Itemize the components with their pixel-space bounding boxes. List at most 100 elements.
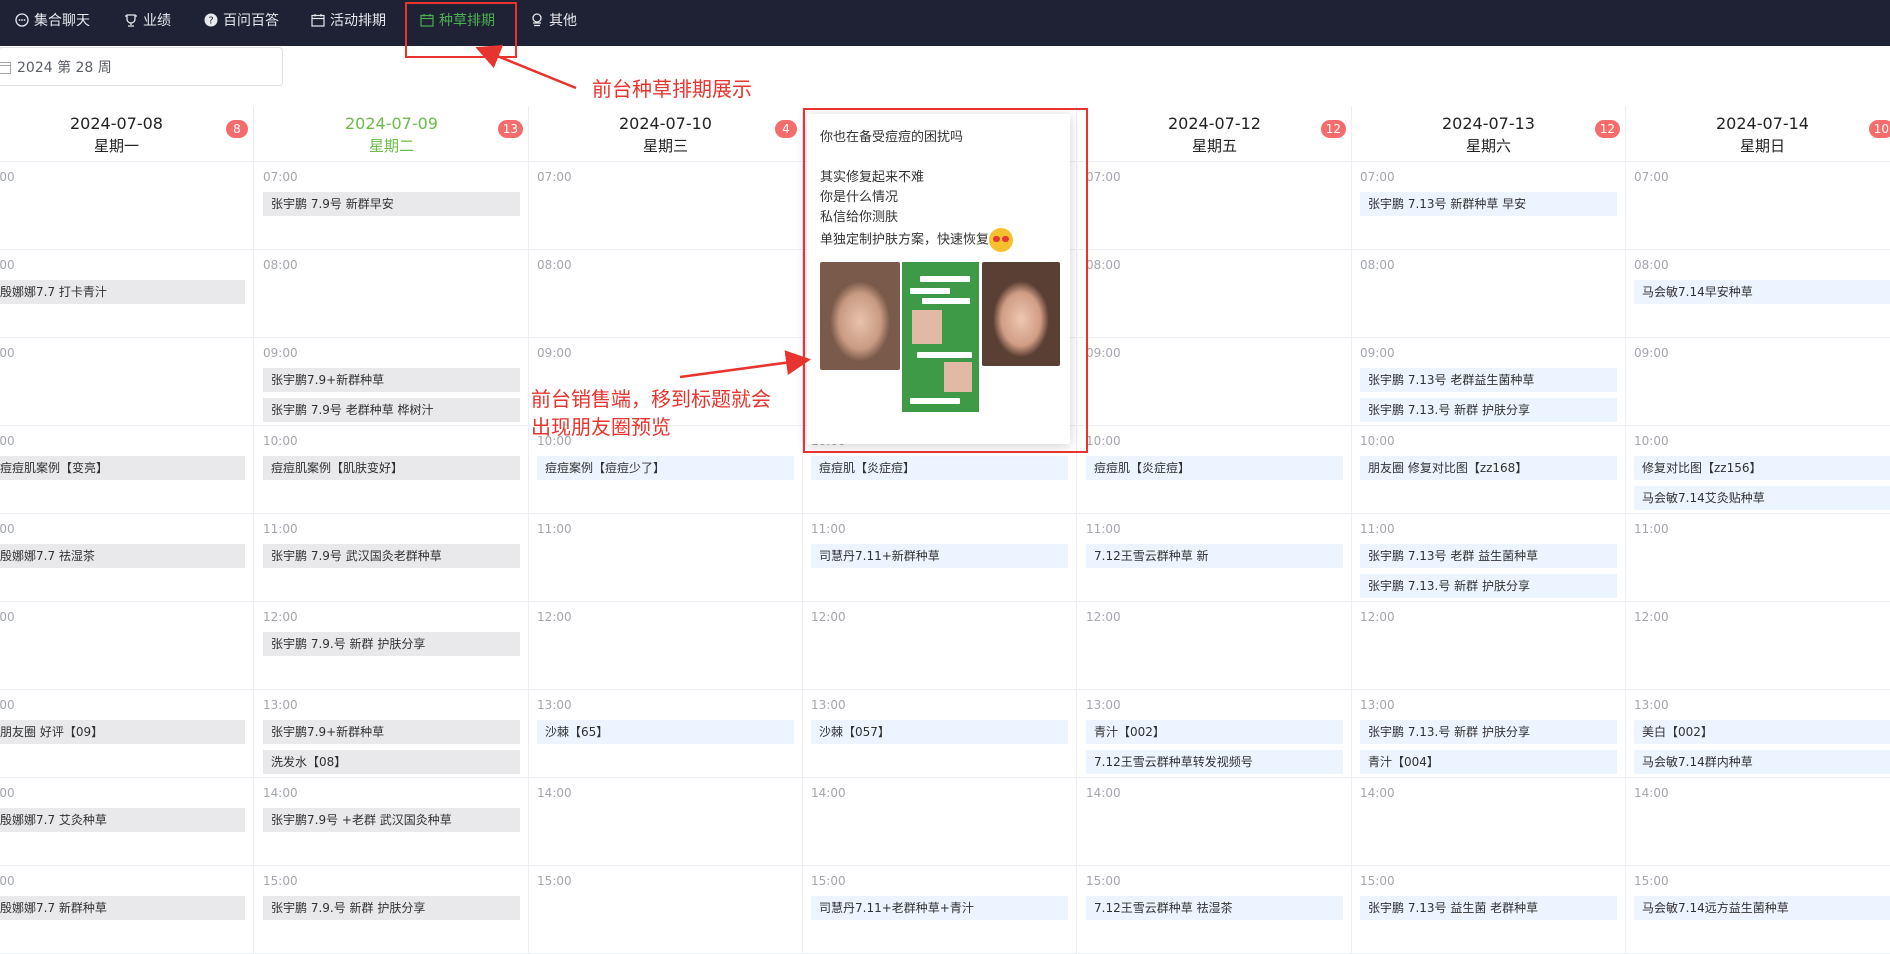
schedule-event[interactable]: 7.12王雪云群种草转发视频号: [1086, 750, 1343, 774]
time-slot-cell[interactable]: 08:00 殷娜娜7.7 打卡青汁: [0, 250, 254, 338]
schedule-event[interactable]: 张宇鹏 7.13.号 新群 护肤分享: [1360, 574, 1617, 598]
time-slot-cell[interactable]: 11:00: [1626, 514, 1890, 602]
schedule-event[interactable]: 朋友圈 修复对比图【zz168】: [1360, 456, 1617, 480]
schedule-event[interactable]: 殷娜娜7.7 新群种草: [0, 896, 245, 920]
time-slot-cell[interactable]: 11:00 张宇鹏 7.13号 老群 益生菌种草 张宇鹏 7.13.号 新群 护肤分…: [1352, 514, 1626, 602]
schedule-event[interactable]: 张宇鹏 7.13.号 新群 护肤分享: [1360, 398, 1617, 422]
time-slot-cell[interactable]: 14:00 张宇鹏7.9号 +老群 武汉国灸种草: [255, 778, 529, 866]
time-slot-cell[interactable]: 15:00 张宇鹏 7.9.号 新群 护肤分享: [255, 866, 529, 954]
nav-item-0[interactable]: 集合聊天: [15, 0, 90, 40]
schedule-event[interactable]: 张宇鹏7.9号 +老群 武汉国灸种草: [263, 808, 520, 832]
time-slot-cell[interactable]: 13:00 沙棘【057】: [803, 690, 1077, 778]
time-slot-cell[interactable]: 10:00 修复对比图【zz156】 马会敏7.14艾灸贴种草: [1626, 426, 1890, 514]
schedule-event[interactable]: 痘痘肌案例【变亮】: [0, 456, 245, 480]
schedule-event[interactable]: 张宇鹏 7.13号 老群益生菌种草: [1360, 368, 1617, 392]
schedule-event[interactable]: 7.12王雪云群种草 祛湿茶: [1086, 896, 1343, 920]
schedule-event[interactable]: 张宇鹏 7.9.号 新群 护肤分享: [263, 632, 520, 656]
time-slot-cell[interactable]: 14:00: [529, 778, 803, 866]
schedule-event[interactable]: 张宇鹏7.9+新群种草: [263, 720, 520, 744]
time-slot-cell[interactable]: 13:00 沙棘【65】: [529, 690, 803, 778]
schedule-event[interactable]: 殷娜娜7.7 祛湿茶: [0, 544, 245, 568]
time-slot-cell[interactable]: 13:00 美白【002】 马会敏7.14群内种草: [1626, 690, 1890, 778]
schedule-event[interactable]: 马会敏7.14远方益生菌种草: [1634, 896, 1890, 920]
schedule-event[interactable]: 修复对比图【zz156】: [1634, 456, 1890, 480]
schedule-event[interactable]: 沙棘【057】: [811, 720, 1068, 744]
schedule-event[interactable]: 张宇鹏 7.13号 新群种草 早安: [1360, 192, 1617, 216]
time-slot-cell[interactable]: 11:00: [529, 514, 803, 602]
schedule-event[interactable]: 马会敏7.14群内种草: [1634, 750, 1890, 774]
time-slot-cell[interactable]: 08:00 马会敏7.14早安种草: [1626, 250, 1890, 338]
time-slot-cell[interactable]: 10:00 朋友圈 修复对比图【zz168】: [1352, 426, 1626, 514]
time-slot-cell[interactable]: 12:00: [1078, 602, 1352, 690]
schedule-event[interactable]: 殷娜娜7.7 打卡青汁: [0, 280, 245, 304]
schedule-event[interactable]: 张宇鹏 7.9号 老群种草 桦树汁: [263, 398, 520, 422]
time-slot-cell[interactable]: 11:00 7.12王雪云群种草 新: [1078, 514, 1352, 602]
week-picker[interactable]: 2024 第 28 周: [0, 47, 283, 86]
schedule-event[interactable]: 痘痘肌案例【肌肤变好】: [263, 456, 520, 480]
time-slot-cell[interactable]: 13:00 张宇鹏 7.13.号 新群 护肤分享 青汁【004】: [1352, 690, 1626, 778]
time-slot-cell[interactable]: 14:00: [803, 778, 1077, 866]
time-slot-cell[interactable]: 10:00 痘痘肌案例【肌肤变好】: [255, 426, 529, 514]
time-slot-cell[interactable]: 09:00: [1626, 338, 1890, 426]
schedule-event[interactable]: 张宇鹏 7.9号 武汉国灸老群种草: [263, 544, 520, 568]
preview-image-face-1[interactable]: [820, 262, 900, 370]
schedule-event[interactable]: 张宇鹏 7.9.号 新群 护肤分享: [263, 896, 520, 920]
schedule-event[interactable]: 朋友圈 好评【09】: [0, 720, 245, 744]
time-slot-cell[interactable]: 07:00: [529, 162, 803, 250]
schedule-event[interactable]: 张宇鹏 7.13号 老群 益生菌种草: [1360, 544, 1617, 568]
time-slot-cell[interactable]: 11:00 司慧丹7.11+新群种草: [803, 514, 1077, 602]
time-slot-cell[interactable]: 11:00 张宇鹏 7.9号 武汉国灸老群种草: [255, 514, 529, 602]
time-slot-cell[interactable]: 15:00 张宇鹏 7.13号 益生菌 老群种草: [1352, 866, 1626, 954]
schedule-event[interactable]: 青汁【002】: [1086, 720, 1343, 744]
time-slot-cell[interactable]: 07:00: [1078, 162, 1352, 250]
time-slot-cell[interactable]: 11:00 殷娜娜7.7 祛湿茶: [0, 514, 254, 602]
time-slot-cell[interactable]: 15:00 马会敏7.14远方益生菌种草: [1626, 866, 1890, 954]
schedule-event[interactable]: 张宇鹏7.9+新群种草: [263, 368, 520, 392]
nav-item-5[interactable]: 其他: [530, 0, 577, 40]
time-slot-cell[interactable]: 09:00: [1078, 338, 1352, 426]
schedule-event[interactable]: 司慧丹7.11+老群种草+青汁: [811, 896, 1068, 920]
preview-image-face-2[interactable]: [982, 262, 1060, 366]
time-slot-cell[interactable]: 08:00: [255, 250, 529, 338]
nav-item-1[interactable]: 业绩: [124, 0, 171, 40]
schedule-event[interactable]: 张宇鹏 7.13号 益生菌 老群种草: [1360, 896, 1617, 920]
time-slot-cell[interactable]: 10:00 痘痘肌【炎症痘】: [1078, 426, 1352, 514]
time-slot-cell[interactable]: 12:00: [1352, 602, 1626, 690]
time-slot-cell[interactable]: 12:00: [803, 602, 1077, 690]
schedule-event[interactable]: 张宇鹏 7.9号 新群早安: [263, 192, 520, 216]
schedule-event[interactable]: 洗发水【08】: [263, 750, 520, 774]
time-slot-cell[interactable]: 14:00: [1078, 778, 1352, 866]
schedule-event[interactable]: 痘痘肌【炎症痘】: [1086, 456, 1343, 480]
schedule-event[interactable]: 美白【002】: [1634, 720, 1890, 744]
time-slot-cell[interactable]: 12:00: [529, 602, 803, 690]
time-slot-cell[interactable]: 07:00: [1626, 162, 1890, 250]
schedule-event[interactable]: 马会敏7.14艾灸贴种草: [1634, 486, 1890, 510]
time-slot-cell[interactable]: 14:00: [1352, 778, 1626, 866]
schedule-event[interactable]: 7.12王雪云群种草 新: [1086, 544, 1343, 568]
time-slot-cell[interactable]: 15:00 司慧丹7.11+老群种草+青汁: [803, 866, 1077, 954]
preview-image-chat[interactable]: [902, 262, 979, 412]
time-slot-cell[interactable]: 12:00 张宇鹏 7.9.号 新群 护肤分享: [255, 602, 529, 690]
schedule-event[interactable]: 痘痘案例【痘痘少了】: [537, 456, 794, 480]
time-slot-cell[interactable]: 15:00 7.12王雪云群种草 祛湿茶: [1078, 866, 1352, 954]
nav-item-3[interactable]: 活动排期: [311, 0, 386, 40]
time-slot-cell[interactable]: 07:00 张宇鹏 7.9号 新群早安: [255, 162, 529, 250]
time-slot-cell[interactable]: 09:00 张宇鹏 7.13号 老群益生菌种草 张宇鹏 7.13.号 新群 护肤分享: [1352, 338, 1626, 426]
time-slot-cell[interactable]: 07:00: [0, 162, 254, 250]
time-slot-cell[interactable]: 09:00: [0, 338, 254, 426]
time-slot-cell[interactable]: 10:00 痘痘肌案例【变亮】: [0, 426, 254, 514]
time-slot-cell[interactable]: 08:00: [1352, 250, 1626, 338]
time-slot-cell[interactable]: 12:00: [1626, 602, 1890, 690]
time-slot-cell[interactable]: 15:00 殷娜娜7.7 新群种草: [0, 866, 254, 954]
time-slot-cell[interactable]: 08:00: [529, 250, 803, 338]
schedule-event[interactable]: 青汁【004】: [1360, 750, 1617, 774]
schedule-event[interactable]: 张宇鹏 7.13.号 新群 护肤分享: [1360, 720, 1617, 744]
time-slot-cell[interactable]: 15:00: [529, 866, 803, 954]
time-slot-cell[interactable]: 14:00: [1626, 778, 1890, 866]
time-slot-cell[interactable]: 07:00 张宇鹏 7.13号 新群种草 早安: [1352, 162, 1626, 250]
time-slot-cell[interactable]: 09:00 张宇鹏7.9+新群种草 张宇鹏 7.9号 老群种草 桦树汁: [255, 338, 529, 426]
schedule-event[interactable]: 殷娜娜7.7 艾灸种草: [0, 808, 245, 832]
schedule-event[interactable]: 司慧丹7.11+新群种草: [811, 544, 1068, 568]
time-slot-cell[interactable]: 13:00 青汁【002】 7.12王雪云群种草转发视频号: [1078, 690, 1352, 778]
schedule-event[interactable]: 沙棘【65】: [537, 720, 794, 744]
